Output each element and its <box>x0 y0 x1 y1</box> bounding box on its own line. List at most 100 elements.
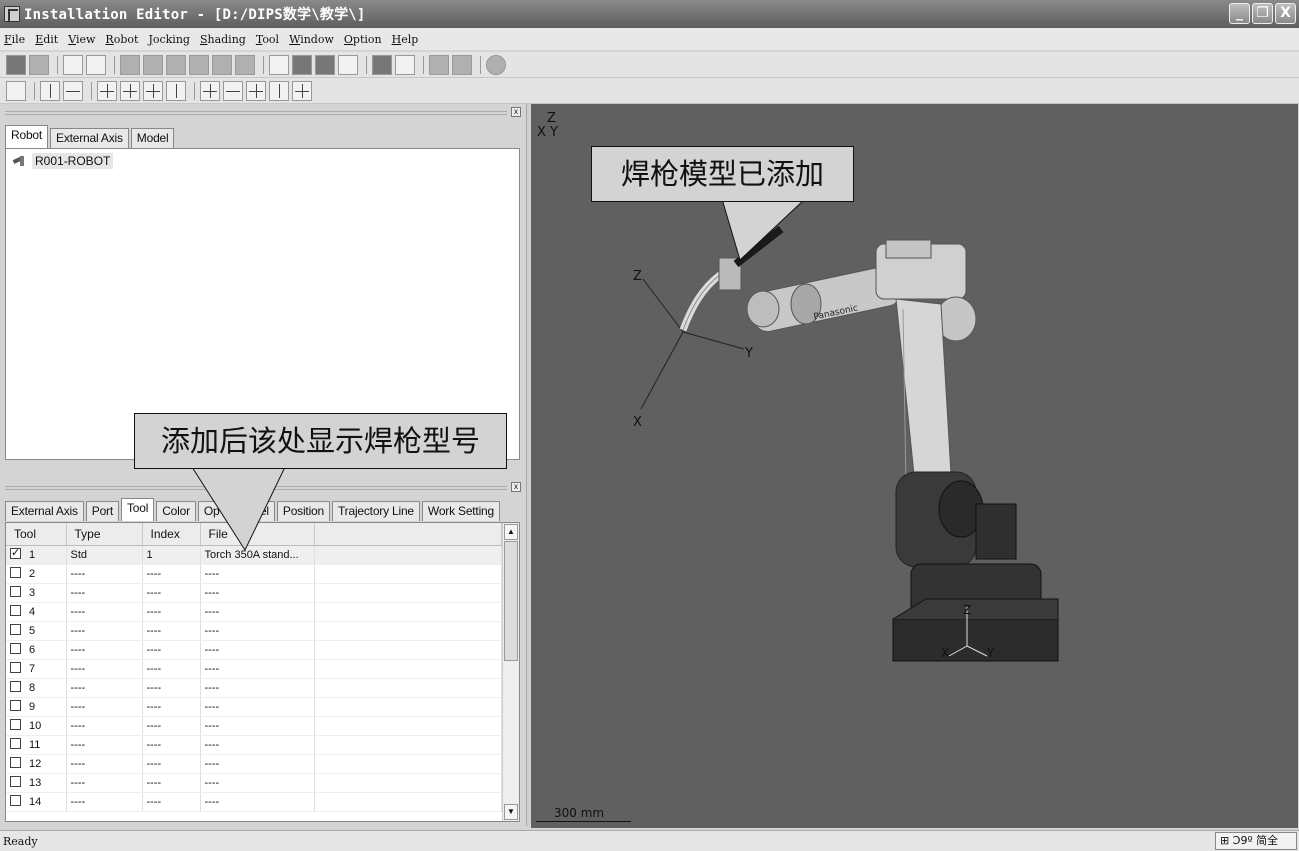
tab-robot[interactable]: Robot <box>5 125 49 148</box>
cell-file: ---- <box>200 659 315 679</box>
table-row[interactable]: 6 ---- ---- ---- <box>6 640 502 660</box>
layout-four-right-icon[interactable] <box>292 80 312 101</box>
book-icon[interactable] <box>292 54 312 75</box>
layout-four-left-icon[interactable] <box>269 80 289 101</box>
workpiece-icon[interactable] <box>189 54 209 75</box>
layout-three-bottom-icon[interactable] <box>120 80 140 101</box>
column-header-type[interactable]: Type <box>66 523 143 546</box>
help-icon[interactable] <box>486 54 506 75</box>
cube-wire-icon[interactable] <box>338 54 358 75</box>
table-row[interactable]: 3 ---- ---- ---- <box>6 583 502 603</box>
restore-button[interactable]: ❐ <box>1252 3 1273 24</box>
copy-icon[interactable] <box>429 54 449 75</box>
table-row[interactable]: 9 ---- ---- ---- <box>6 697 502 717</box>
model-icon[interactable] <box>235 54 255 75</box>
menu-help[interactable]: Help <box>392 33 419 46</box>
scroll-up-icon[interactable]: ▲ <box>504 524 518 540</box>
layout-three-left-icon[interactable] <box>143 80 163 101</box>
tab-tool[interactable]: Tool <box>120 498 155 521</box>
tool-axis-x: X <box>633 415 642 430</box>
tool-enable-checkbox[interactable] <box>10 586 21 597</box>
tool-enable-checkbox[interactable] <box>10 643 21 654</box>
shield-icon[interactable] <box>269 54 289 75</box>
tree-expand-icon[interactable] <box>63 54 83 75</box>
menu-view[interactable]: View <box>68 33 95 46</box>
menu-tool[interactable]: Tool <box>256 33 279 46</box>
bottom-panel-close-icon[interactable]: x <box>511 482 521 492</box>
tool-enable-checkbox[interactable] <box>10 776 21 787</box>
positioner-icon[interactable] <box>212 54 232 75</box>
tab-trajectory-line[interactable]: Trajectory Line <box>331 501 420 521</box>
minimize-button[interactable]: _ <box>1229 3 1250 24</box>
gripper-icon[interactable] <box>143 54 163 75</box>
menu-file[interactable]: File <box>4 33 25 46</box>
tab-model[interactable]: Model <box>130 128 175 148</box>
layout-three-top-icon[interactable] <box>97 80 117 101</box>
table-row[interactable]: 12 ---- ---- ---- <box>6 754 502 774</box>
tool-enable-checkbox[interactable] <box>10 681 21 692</box>
table-scrollbar[interactable]: ▲ ▼ <box>502 523 519 821</box>
box-icon[interactable] <box>372 54 392 75</box>
base-axis-x: X <box>941 646 949 660</box>
tool-enable-checkbox[interactable] <box>10 700 21 711</box>
cell-tool-text: 12 <box>29 758 42 770</box>
scroll-thumb[interactable] <box>504 541 518 661</box>
tab-external-axis-settings[interactable]: External Axis <box>5 501 84 521</box>
table-row[interactable]: 11 ---- ---- ---- <box>6 735 502 755</box>
tool-enable-checkbox[interactable] <box>10 567 21 578</box>
top-panel-grip[interactable]: x <box>3 107 523 118</box>
menu-edit[interactable]: Edit <box>35 33 58 46</box>
tool-enable-checkbox[interactable] <box>10 546 21 559</box>
layout-horizontal-split-icon[interactable] <box>63 80 83 101</box>
tool-enable-checkbox[interactable] <box>10 757 21 768</box>
tree-item-robot[interactable]: R001-ROBOT <box>12 153 114 169</box>
3d-viewport[interactable]: Z X Y Z Y X Panasonic Z X Y 300 mm <box>531 104 1298 828</box>
scroll-down-icon[interactable]: ▼ <box>504 804 518 820</box>
menu-window[interactable]: Window <box>289 33 334 46</box>
cell-file: ---- <box>200 735 315 755</box>
tree-collapse-icon[interactable] <box>86 54 106 75</box>
table-row[interactable]: 10 ---- ---- ---- <box>6 716 502 736</box>
menu-option[interactable]: Option <box>344 33 382 46</box>
tab-external-axis[interactable]: External Axis <box>50 128 129 148</box>
table-row[interactable]: 2 ---- ---- ---- <box>6 564 502 584</box>
cell-index-text: ---- <box>146 605 162 618</box>
cell-tool-text: 5 <box>29 625 36 637</box>
picture-icon[interactable] <box>395 54 415 75</box>
close-button[interactable]: X <box>1275 3 1296 24</box>
column-header-tool[interactable]: Tool <box>6 523 67 546</box>
table-row[interactable]: 7 ---- ---- ---- <box>6 659 502 679</box>
paste-icon[interactable] <box>452 54 472 75</box>
layout-three-right-icon[interactable] <box>166 80 186 101</box>
pane-splitter[interactable] <box>526 104 530 826</box>
tool-enable-checkbox[interactable] <box>10 795 21 806</box>
save-icon[interactable] <box>6 54 26 75</box>
menu-jocking[interactable]: Jocking <box>148 33 190 46</box>
layout-four-icon[interactable] <box>200 80 220 101</box>
torch-icon[interactable] <box>166 54 186 75</box>
cell-file: ---- <box>200 621 315 641</box>
layout-four-top-icon[interactable] <box>223 80 243 101</box>
table-row[interactable]: 8 ---- ---- ---- <box>6 678 502 698</box>
tool-enable-checkbox[interactable] <box>10 624 21 635</box>
table-row[interactable]: 4 ---- ---- ---- <box>6 602 502 622</box>
tool-enable-checkbox[interactable] <box>10 719 21 730</box>
tool-enable-checkbox[interactable] <box>10 738 21 749</box>
top-panel-close-icon[interactable]: x <box>511 107 521 117</box>
table-row[interactable]: 5 ---- ---- ---- <box>6 621 502 641</box>
layout-four-bottom-icon[interactable] <box>246 80 266 101</box>
save-all-icon[interactable] <box>29 54 49 75</box>
table-row[interactable]: 13 ---- ---- ---- <box>6 773 502 793</box>
menu-shading[interactable]: Shading <box>200 33 246 46</box>
layout-single-icon[interactable] <box>6 80 26 101</box>
cube-solid-icon[interactable] <box>315 54 335 75</box>
tool-enable-checkbox[interactable] <box>10 605 21 616</box>
table-row[interactable]: 14 ---- ---- ---- <box>6 792 502 812</box>
tab-port[interactable]: Port <box>85 501 119 521</box>
ime-indicator[interactable]: ⊞ Ↄ9º 简全 <box>1215 832 1297 850</box>
tool-enable-checkbox[interactable] <box>10 662 21 673</box>
layout-vertical-split-icon[interactable] <box>40 80 60 101</box>
robot-arm-icon[interactable] <box>120 54 140 75</box>
menu-robot[interactable]: Robot <box>105 33 138 46</box>
tab-work-setting[interactable]: Work Setting <box>421 501 500 521</box>
